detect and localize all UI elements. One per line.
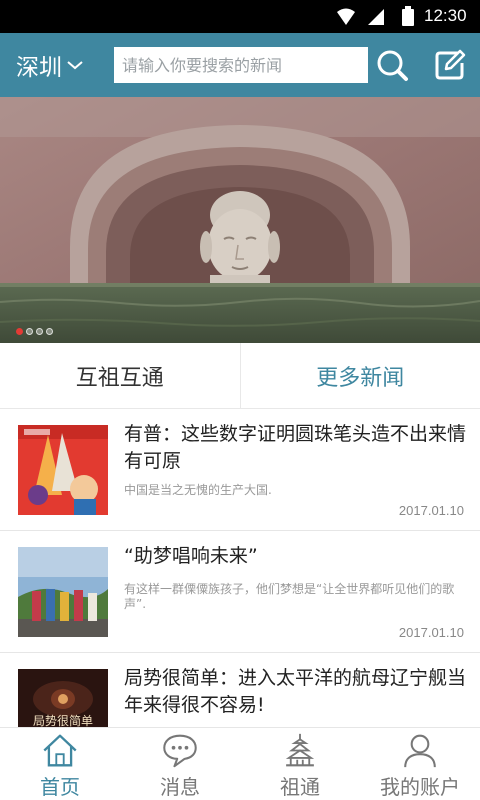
message-icon <box>163 734 197 768</box>
status-bar: 12:30 <box>0 0 480 33</box>
user-icon <box>404 734 436 768</box>
signal-icon <box>368 9 384 25</box>
carousel-dot[interactable] <box>16 328 23 335</box>
app-header: 深圳 <box>0 33 480 97</box>
news-summary: 有这样一群傈僳族孩子，他们梦想是“让全世界都听见他们的歌声”. <box>124 582 455 611</box>
banner-image <box>0 97 480 343</box>
home-icon <box>43 734 77 767</box>
svg-text:局势很简单: 局势很简单 <box>33 714 93 727</box>
news-thumbnail: 局势很简单 <box>18 669 108 727</box>
list-item[interactable]: 局势很简单 局势很简单：进入太平洋的航母辽宁舰当年来得很不容易! <box>0 653 480 727</box>
city-selector[interactable]: 深圳 <box>16 47 84 83</box>
nav-label: 消息 <box>160 775 200 799</box>
tab-more-news[interactable]: 更多新闻 <box>241 343 480 408</box>
nav-item-account[interactable]: 我的账户 <box>360 728 480 800</box>
bottom-nav: 首页 消息 祖通 我的账户 <box>0 727 480 800</box>
news-list: 有普：这些数字证明圆珠笔头造不出来情有可原 中国是当之无愧的生产大国. 2017… <box>0 409 480 727</box>
city-label: 深圳 <box>16 55 62 81</box>
news-title: 局势很简单：进入太平洋的航母辽宁舰当年来得很不容易! <box>124 667 467 716</box>
nav-label: 首页 <box>40 775 80 799</box>
carousel-dots <box>16 328 53 335</box>
carousel-dot[interactable] <box>36 328 43 335</box>
nav-item-zutong[interactable]: 祖通 <box>240 728 360 800</box>
list-item[interactable]: “助梦唱响未来” 有这样一群傈僳族孩子，他们梦想是“让全世界都听见他们的歌声”.… <box>0 531 480 653</box>
battery-icon <box>402 6 414 26</box>
edit-icon[interactable] <box>432 47 468 83</box>
carousel-dot[interactable] <box>26 328 33 335</box>
search-icon[interactable] <box>374 47 410 83</box>
news-title: “助梦唱响未来” <box>124 545 258 567</box>
carousel-dot[interactable] <box>46 328 53 335</box>
pagoda-icon <box>285 733 315 767</box>
news-title: 有普：这些数字证明圆珠笔头造不出来情有可原 <box>124 423 467 472</box>
status-time: 12:30 <box>424 6 467 25</box>
news-thumbnail <box>18 425 108 515</box>
list-item[interactable]: 有普：这些数字证明圆珠笔头造不出来情有可原 中国是当之无愧的生产大国. 2017… <box>0 409 480 531</box>
nav-label: 祖通 <box>280 775 320 799</box>
news-date: 2017.01.10 <box>398 625 464 640</box>
search-input[interactable] <box>114 47 368 83</box>
nav-label: 我的账户 <box>380 775 460 799</box>
chevron-down-icon <box>67 61 83 70</box>
banner-carousel[interactable] <box>0 97 480 343</box>
nav-item-messages[interactable]: 消息 <box>120 728 240 800</box>
news-summary: 中国是当之无愧的生产大国. <box>124 483 272 497</box>
wifi-icon <box>337 8 355 25</box>
tab-hu-zu-hu-tong[interactable]: 互祖互通 <box>0 343 241 408</box>
news-thumbnail <box>18 547 108 637</box>
nav-item-home[interactable]: 首页 <box>0 728 120 800</box>
tab-row: 互祖互通 更多新闻 <box>0 343 480 409</box>
news-date: 2017.01.10 <box>398 503 464 518</box>
